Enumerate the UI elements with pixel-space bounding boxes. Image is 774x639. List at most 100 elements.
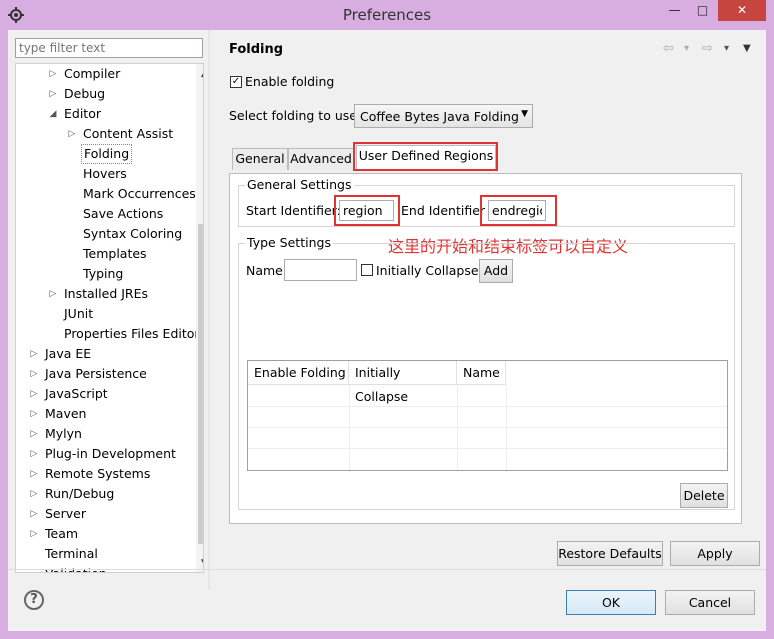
collapsed-arrow-icon[interactable]: ▷ xyxy=(29,464,39,484)
tree-item-label: Remote Systems xyxy=(45,466,151,481)
tree-item[interactable]: ▷ Remote Systems xyxy=(16,464,194,484)
view-menu-icon[interactable]: ▼ xyxy=(743,43,751,54)
collapsed-arrow-icon[interactable]: ▷ xyxy=(29,524,39,544)
table-row xyxy=(248,406,727,407)
type-settings-title: Type Settings xyxy=(245,235,333,250)
tree-item[interactable]: Folding xyxy=(16,144,194,164)
sash-divider[interactable] xyxy=(208,30,210,590)
ok-button[interactable]: OK xyxy=(566,590,656,615)
forward-arrow-icon[interactable]: ⇨ xyxy=(702,41,713,56)
collapsed-arrow-icon[interactable]: ▷ xyxy=(29,424,39,444)
tree-item[interactable]: Properties Files Editor xyxy=(16,324,200,344)
scroll-up-icon[interactable]: ▲ xyxy=(196,66,203,83)
restore-defaults-button[interactable]: Restore Defaults xyxy=(557,541,663,566)
table-row xyxy=(248,448,727,449)
tree-item[interactable]: Mark Occurrences xyxy=(16,184,196,204)
maximize-button[interactable]: □ xyxy=(689,0,716,21)
column-header-initially-collapse[interactable]: Initially Collapse xyxy=(349,361,457,404)
tree-item[interactable]: ▷ Run/Debug xyxy=(16,484,194,504)
collapsed-arrow-icon[interactable]: ▷ xyxy=(29,504,39,524)
tree-scrollbar[interactable]: ▲ ▼ xyxy=(196,64,203,572)
add-button[interactable]: Add xyxy=(479,259,513,283)
footer-separator xyxy=(8,569,766,570)
tree-item[interactable]: ▷ Content Assist xyxy=(16,124,194,144)
tree-item-label: Maven xyxy=(45,406,87,421)
tree-item-label: Editor xyxy=(64,106,101,121)
forward-menu-icon[interactable]: ▾ xyxy=(724,43,729,54)
collapsed-arrow-icon[interactable]: ▷ xyxy=(48,84,58,104)
enable-folding-label: Enable folding xyxy=(245,74,335,89)
cancel-button[interactable]: Cancel xyxy=(665,590,755,615)
tree-item[interactable]: ▷ Java EE xyxy=(16,344,194,364)
column-header-enable-folding[interactable]: Enable Folding xyxy=(248,361,349,385)
table-col-line xyxy=(349,385,350,470)
collapsed-arrow-icon[interactable]: ▷ xyxy=(29,484,39,504)
tree-item-label: Installed JREs xyxy=(64,286,149,301)
tree-item[interactable]: JUnit xyxy=(16,304,194,324)
table-col-line xyxy=(506,385,507,470)
scroll-thumb[interactable] xyxy=(198,224,203,544)
expanded-arrow-icon[interactable]: ◢ xyxy=(48,104,58,124)
collapsed-arrow-icon[interactable]: ▷ xyxy=(29,404,39,424)
tree-item[interactable]: Save Actions xyxy=(16,204,194,224)
title-bar[interactable]: Preferences — □ ✕ xyxy=(0,0,774,30)
tree-item-label: Server xyxy=(45,506,86,521)
collapsed-arrow-icon[interactable]: ▷ xyxy=(48,284,58,304)
collapsed-arrow-icon[interactable]: ▷ xyxy=(29,344,39,364)
back-arrow-icon[interactable]: ⇦ xyxy=(663,41,674,56)
tree-item-label: Hovers xyxy=(83,166,127,181)
initially-collapse-checkbox[interactable] xyxy=(361,264,373,276)
collapsed-arrow-icon[interactable]: ▷ xyxy=(29,384,39,404)
highlight-box-tab xyxy=(353,142,498,171)
tree-item[interactable]: ◢ Editor xyxy=(16,104,194,124)
tree-item[interactable]: ▷ Server xyxy=(16,504,194,524)
tree-item-label: Plug-in Development xyxy=(45,446,176,461)
tree-item[interactable]: ▷ Mylyn xyxy=(16,424,194,444)
tree-item-label: Templates xyxy=(83,246,147,261)
collapsed-arrow-icon[interactable]: ▷ xyxy=(29,364,39,384)
tree-item[interactable]: Typing xyxy=(16,264,194,284)
tree-item[interactable]: Terminal xyxy=(16,544,194,564)
filter-input[interactable] xyxy=(15,38,203,58)
tree-item[interactable]: ▷ Maven xyxy=(16,404,194,424)
initially-collapse-label: Initially Collapse xyxy=(376,263,479,278)
tree-item-label: JUnit xyxy=(64,306,94,321)
enable-folding-checkbox[interactable]: ✓ xyxy=(230,76,242,88)
tree-item-label: Mark Occurrences xyxy=(83,186,196,201)
tree-item-label: Terminal xyxy=(45,546,98,561)
tree-item-label: Java Persistence xyxy=(45,366,147,381)
tree-item-label: Java EE xyxy=(45,346,92,361)
tab-general[interactable]: General xyxy=(232,148,288,170)
tree-item[interactable]: ▷ Plug-in Development xyxy=(16,444,194,464)
preference-tree[interactable]: ValidationTerminal▷Team▷Server▷Run/Debug… xyxy=(15,63,204,573)
page-title: Folding xyxy=(229,42,284,57)
tree-item[interactable]: ▷ Team xyxy=(16,524,194,544)
collapsed-arrow-icon[interactable]: ▷ xyxy=(48,64,58,84)
tree-item[interactable]: Syntax Coloring xyxy=(16,224,194,244)
highlight-box-end xyxy=(480,195,557,226)
highlight-box-start xyxy=(334,195,400,226)
tree-item[interactable]: ▷ Compiler xyxy=(16,64,194,84)
help-icon[interactable]: ? xyxy=(24,590,44,610)
folding-select[interactable]: Coffee Bytes Java Folding ▼ xyxy=(354,104,533,128)
back-menu-icon[interactable]: ▾ xyxy=(684,43,689,54)
tree-item-label: Folding xyxy=(81,144,133,164)
tree-item[interactable]: ▷ Debug xyxy=(16,84,194,104)
collapsed-arrow-icon[interactable]: ▷ xyxy=(67,124,77,144)
column-header-name[interactable]: Name xyxy=(457,361,506,385)
minimize-button[interactable]: — xyxy=(660,0,689,21)
tree-item[interactable]: ▷ Java Persistence xyxy=(16,364,194,384)
tree-item-label: Run/Debug xyxy=(45,486,115,501)
delete-button[interactable]: Delete xyxy=(680,483,728,508)
tab-advanced[interactable]: Advanced xyxy=(288,148,354,170)
name-input[interactable] xyxy=(284,259,357,281)
apply-button[interactable]: Apply xyxy=(670,541,760,566)
tree-item[interactable]: Hovers xyxy=(16,164,194,184)
tree-item[interactable]: ▷ Installed JREs xyxy=(16,284,194,304)
end-identifier-label: End Identifier xyxy=(401,203,486,218)
collapsed-arrow-icon[interactable]: ▷ xyxy=(29,444,39,464)
tree-item[interactable]: Templates xyxy=(16,244,194,264)
tree-item[interactable]: ▷ JavaScript xyxy=(16,384,194,404)
folding-types-table[interactable]: Enable Folding Initially Collapse Name xyxy=(247,360,728,471)
close-button[interactable]: ✕ xyxy=(718,0,766,21)
